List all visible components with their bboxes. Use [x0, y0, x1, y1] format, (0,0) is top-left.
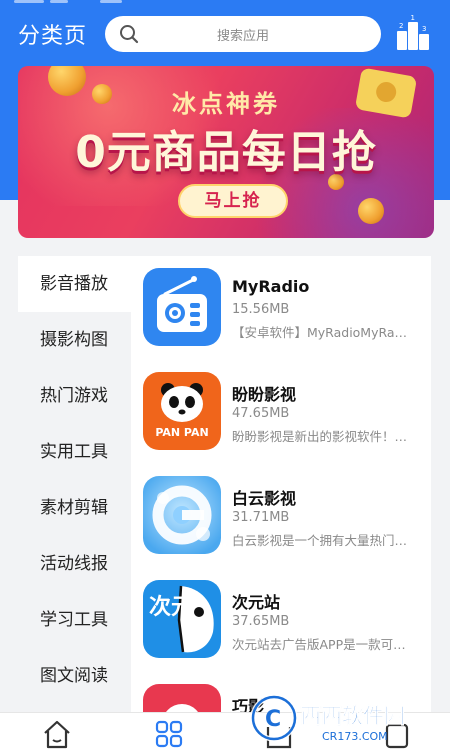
- app-name: 次元站: [232, 593, 281, 612]
- app-description: 白云影视是一个拥有大量热门…: [232, 533, 408, 548]
- app-list: MyRadio 15.56MB 【安卓软件】MyRadioMyRa… PAN P…: [131, 256, 431, 714]
- category-item-tools[interactable]: 实用工具: [18, 424, 131, 480]
- banner-headline: 0元商品每日抢: [75, 127, 377, 178]
- rank-digit-3: 3: [422, 25, 426, 33]
- category-item-editing[interactable]: 素材剪辑: [18, 480, 131, 536]
- app-description: 次元站去广告版APP是一款可…: [232, 637, 406, 652]
- app-size: 31.71MB: [232, 510, 290, 525]
- category-item-hot-games[interactable]: 热门游戏: [18, 368, 131, 424]
- rank-digit-1: 1: [411, 14, 415, 22]
- rank-digit-2: 2: [399, 22, 403, 30]
- banner-subtitle: 冰点神券: [172, 90, 280, 118]
- app-description: 盼盼影视是新出的影视软件！…: [232, 429, 408, 444]
- category-grid-icon[interactable]: [152, 717, 186, 750]
- list-item[interactable]: PAN PAN 盼盼影视 47.65MB 盼盼影视是新出的影视软件！…: [131, 360, 431, 464]
- app-size: 15.56MB: [232, 302, 290, 317]
- svg-text:C: C: [265, 707, 281, 732]
- radio-app-icon: [143, 268, 221, 346]
- app-name: 白云影视: [232, 489, 297, 508]
- ciyuan-icon-text: 次元: [149, 594, 193, 620]
- ranking-icon[interactable]: 2 1 3: [393, 14, 433, 54]
- home-icon[interactable]: [40, 717, 74, 750]
- app-name: MyRadio: [232, 277, 310, 296]
- watermark-domain: CR173.COM: [322, 730, 388, 743]
- list-item[interactable]: MyRadio 15.56MB 【安卓软件】MyRadioMyRa…: [131, 256, 431, 360]
- app-description: 【安卓软件】MyRadioMyRa…: [232, 325, 408, 340]
- watermark-logo: C 西西软件园 CR173.COM: [250, 694, 405, 743]
- panda-icon-text: PAN PAN: [155, 426, 208, 439]
- list-item[interactable]: 次元 次元站 37.65MB 次元站去广告版APP是一款可…: [131, 568, 431, 672]
- category-item-photography[interactable]: 摄影构图: [18, 312, 131, 368]
- app-size: 47.65MB: [232, 406, 290, 421]
- status-bar: [0, 0, 450, 10]
- grab-now-button[interactable]: 马上抢: [178, 184, 288, 218]
- ciyuan-app-icon: 次元: [143, 580, 221, 658]
- search-placeholder: 搜索应用: [216, 29, 269, 44]
- cloud-app-icon: [143, 476, 221, 554]
- category-item-deals[interactable]: 活动线报: [18, 536, 131, 592]
- search-input[interactable]: 搜索应用: [105, 16, 381, 52]
- watermark-brand: 西西软件园: [300, 704, 405, 728]
- category-item-reading[interactable]: 图文阅读: [18, 648, 131, 704]
- promo-banner[interactable]: 冰点神券 0元商品每日抢 马上抢: [18, 66, 434, 238]
- panda-app-icon: PAN PAN: [143, 372, 221, 450]
- page-title: 分类页: [18, 24, 88, 49]
- site-watermark: C 西西软件园 CR173.COM: [250, 690, 445, 746]
- kinemaster-app-icon: [143, 684, 221, 714]
- app-name: 盼盼影视: [232, 385, 297, 404]
- list-item[interactable]: 白云影视 31.71MB 白云影视是一个拥有大量热门…: [131, 464, 431, 568]
- category-item-av-player[interactable]: 影音播放: [18, 256, 131, 312]
- category-sidebar: 影音播放 摄影构图 热门游戏 实用工具 素材剪辑 活动线报 学习工具 图文阅读: [18, 256, 131, 714]
- app-size: 37.65MB: [232, 614, 290, 629]
- category-item-learning[interactable]: 学习工具: [18, 592, 131, 648]
